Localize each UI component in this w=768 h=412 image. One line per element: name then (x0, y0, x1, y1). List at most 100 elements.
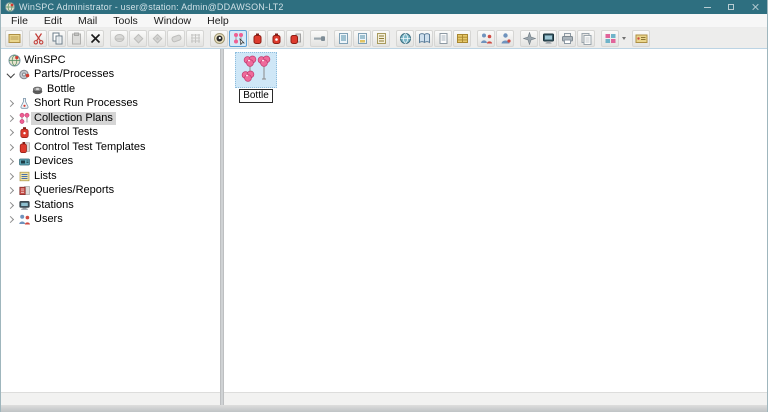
copy-button[interactable] (48, 30, 66, 47)
undo-button[interactable] (110, 30, 128, 47)
print-button[interactable] (558, 30, 576, 47)
stamp-icon-disabled (170, 32, 183, 45)
new-collection-plan-button[interactable] (229, 30, 247, 47)
expander-collapsed-icon[interactable] (5, 111, 17, 126)
menu-edit[interactable]: Edit (36, 14, 70, 28)
minimize-icon (704, 7, 711, 8)
scissors-icon (32, 32, 45, 45)
red-bell-icon (270, 32, 283, 45)
expander-collapsed-icon[interactable] (5, 169, 17, 184)
tree-item-short-run-processes[interactable]: Short Run Processes (1, 97, 220, 112)
control-tests-icon (17, 126, 31, 139)
lists-icon (17, 170, 31, 183)
view-button[interactable] (210, 30, 228, 47)
tree-item-devices[interactable]: Devices (1, 155, 220, 170)
red-bell-icon (251, 32, 264, 45)
menu-mail[interactable]: Mail (70, 14, 105, 28)
new-output-device-button[interactable] (372, 30, 390, 47)
color-palette-button[interactable] (601, 30, 619, 47)
menu-window[interactable]: Window (146, 14, 199, 28)
redo-button[interactable] (129, 30, 147, 47)
diamond-icon-disabled (151, 32, 164, 45)
station-monitor-button[interactable] (539, 30, 557, 47)
close-button[interactable] (743, 0, 767, 14)
eraser-icon-disabled (113, 32, 126, 45)
new-report-button[interactable] (415, 30, 433, 47)
tree-label: Bottle (44, 83, 78, 96)
item-selection-highlight[interactable] (235, 52, 277, 88)
palette-dropdown-arrow[interactable] (620, 30, 627, 47)
tree-label: Lists (31, 170, 60, 183)
new-device-button[interactable] (334, 30, 352, 47)
rename-button[interactable] (167, 30, 185, 47)
expander-collapsed-icon[interactable] (5, 213, 17, 228)
expander-collapsed-icon[interactable] (5, 155, 17, 170)
new-gage-button[interactable] (310, 30, 328, 47)
detail-horizontal-scrollbar[interactable] (224, 392, 767, 405)
paste-button[interactable] (67, 30, 85, 47)
tree-item-stations[interactable]: Stations (1, 198, 220, 213)
navigator-button[interactable] (520, 30, 538, 47)
copy-item-button[interactable] (577, 30, 595, 47)
tree-item-queries-reports[interactable]: Queries/Reports (1, 184, 220, 199)
tree-label: Short Run Processes (31, 97, 141, 110)
people-icon (480, 32, 493, 45)
flask-icon (17, 97, 31, 110)
cut-button[interactable] (29, 30, 47, 47)
tree-label: Queries/Reports (31, 184, 117, 197)
expander-collapsed-icon[interactable] (5, 184, 17, 199)
tree-item-users[interactable]: Users (1, 213, 220, 228)
tree-item-bottle[interactable]: Bottle (1, 82, 220, 97)
delete-button[interactable] (86, 30, 104, 47)
new-control-test-button[interactable] (248, 30, 266, 47)
monitor-icon (542, 32, 555, 45)
queries-reports-icon (17, 184, 31, 197)
tree-item-control-test-templates[interactable]: Control Test Templates (1, 140, 220, 155)
device-doc-icon (337, 32, 350, 45)
minimize-button[interactable] (695, 0, 719, 14)
menu-help[interactable]: Help (199, 14, 237, 28)
expander-expanded-icon[interactable] (5, 68, 17, 83)
certificate-button[interactable] (632, 30, 650, 47)
tree-item-lists[interactable]: Lists (1, 169, 220, 184)
new-filter-button[interactable] (453, 30, 471, 47)
red-bell-page-icon (289, 32, 302, 45)
tree-item-collection-plans[interactable]: Collection Plans (1, 111, 220, 126)
new-control-chart-button[interactable] (267, 30, 285, 47)
admin-tree: WinSPC Parts/Processes Bottle (1, 49, 220, 227)
tree-label: WinSPC (21, 54, 69, 67)
expander-collapsed-icon[interactable] (5, 140, 17, 155)
eye-icon (213, 32, 226, 45)
expander-collapsed-icon[interactable] (5, 97, 17, 112)
window-bottom-edge (1, 405, 767, 412)
grid-button[interactable] (186, 30, 204, 47)
move-up-button[interactable] (148, 30, 166, 47)
users-icon (17, 213, 31, 226)
maximize-icon (728, 4, 734, 10)
new-query-button[interactable] (434, 30, 452, 47)
new-web-page-button[interactable] (396, 30, 414, 47)
tree-horizontal-scrollbar[interactable] (1, 392, 220, 405)
tree-item-parts-processes[interactable]: Parts/Processes (1, 68, 220, 83)
printer-icon (561, 32, 574, 45)
tree-label: Control Test Templates (31, 141, 148, 154)
maximize-button[interactable] (719, 0, 743, 14)
collection-plan-item-bottle[interactable]: Bottle (233, 52, 279, 103)
item-label-edit-box[interactable]: Bottle (239, 89, 273, 103)
yellow-card-icon (8, 32, 21, 45)
menu-file[interactable]: File (3, 14, 36, 28)
new-control-test-template-button[interactable] (286, 30, 304, 47)
tree-label: Users (31, 213, 66, 226)
expander-collapsed-icon[interactable] (5, 198, 17, 213)
toolbar (1, 28, 767, 49)
copy-icon (51, 32, 64, 45)
new-user-button[interactable] (496, 30, 514, 47)
tree-item-control-tests[interactable]: Control Tests (1, 126, 220, 141)
new-station-button[interactable] (477, 30, 495, 47)
tree-label: Parts/Processes (31, 68, 117, 81)
expander-collapsed-icon[interactable] (5, 126, 17, 141)
new-input-device-button[interactable] (353, 30, 371, 47)
new-part-button[interactable] (5, 30, 23, 47)
menu-tools[interactable]: Tools (105, 14, 146, 28)
tree-item-winspc[interactable]: WinSPC (1, 53, 220, 68)
